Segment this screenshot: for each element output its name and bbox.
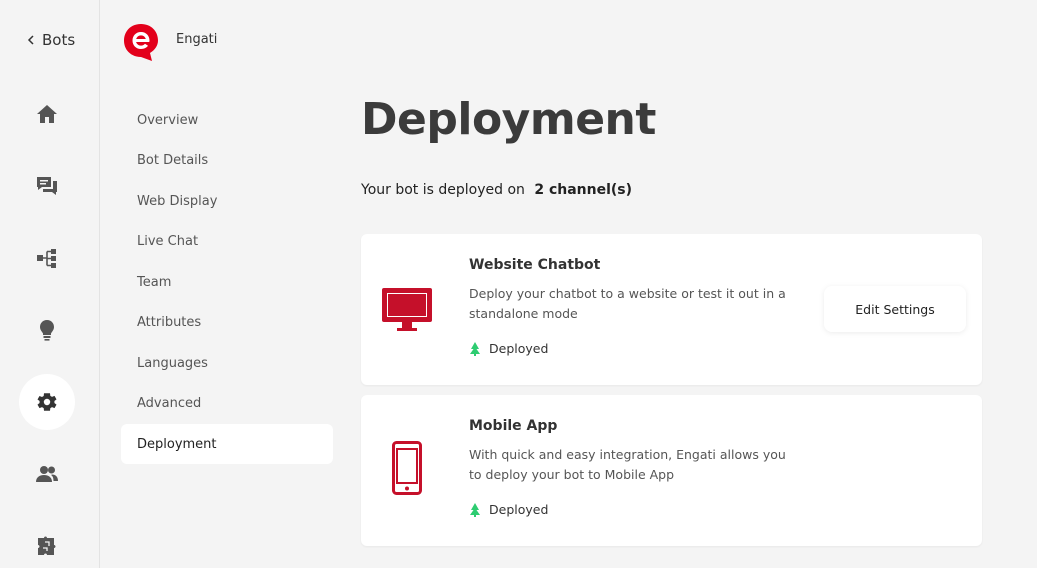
deployment-summary: Your bot is deployed on 2 channel(s) [361,182,632,198]
flow-tree-icon [37,249,56,268]
summary-prefix: Your bot is deployed on [361,182,525,198]
channel-title: Mobile App [469,418,558,434]
lightbulb-icon [40,320,54,341]
monitor-icon [382,288,432,331]
rail-ideas-button[interactable] [19,302,75,358]
subnav-item-live-chat[interactable]: Live Chat [121,222,333,262]
rail-conversations-button[interactable] [19,158,75,214]
channel-card-website-chatbot: Website Chatbot Deploy your chatbot to a… [361,234,982,385]
deployed-status: Deployed [469,341,548,356]
rail-users-button[interactable] [19,446,75,502]
subnav-item-attributes[interactable]: Attributes [121,303,333,343]
rocket-icon [470,341,480,356]
back-to-bots-link[interactable]: Bots [26,31,75,49]
subnav-item-web-display[interactable]: Web Display [121,181,333,221]
deployed-status-label: Deployed [489,502,549,517]
subnav-item-bot-details[interactable]: Bot Details [121,141,333,181]
rail-flow-builder-button[interactable] [19,230,75,286]
rail-home-button[interactable] [19,86,75,142]
summary-channel-count: 2 channel(s) [534,182,633,198]
page-title: Deployment [361,94,656,145]
subnav-item-team[interactable]: Team [121,262,333,302]
home-icon [37,105,57,123]
subnav-item-languages[interactable]: Languages [121,343,333,383]
subnav-item-deployment[interactable]: Deployment [121,424,333,464]
channel-card-mobile-app: Mobile App With quick and easy integrati… [361,395,982,546]
rail-settings-button[interactable] [19,374,75,430]
channel-description: With quick and easy integration, Engati … [469,447,786,482]
deployed-status: Deployed [469,502,548,517]
chat-bubbles-icon [37,177,57,195]
chevron-left-icon [27,35,34,45]
subnav-item-overview[interactable]: Overview [121,100,333,140]
back-link-label: Bots [42,31,76,49]
settings-subnav: Overview Bot Details Web Display Live Ch… [121,100,333,465]
gear-icon [37,393,57,411]
rail-integrations-button[interactable] [19,518,75,568]
bot-name: Engati [176,32,218,47]
puzzle-icon [38,536,56,555]
icon-rail: Bots [0,0,100,568]
users-icon [36,466,58,482]
mobile-phone-icon [392,441,422,495]
edit-settings-button[interactable]: Edit Settings [824,286,966,332]
bot-header: Engati [122,22,217,62]
channel-title: Website Chatbot [469,257,601,273]
engati-logo-icon [124,24,158,61]
rocket-icon [470,502,480,517]
app-root: Bots Engati Overview Bot Details Web Dis… [0,0,1037,568]
channel-description: Deploy your chatbot to a website or test… [469,286,786,321]
subnav-item-advanced[interactable]: Advanced [121,384,333,424]
deployed-status-label: Deployed [489,341,549,356]
